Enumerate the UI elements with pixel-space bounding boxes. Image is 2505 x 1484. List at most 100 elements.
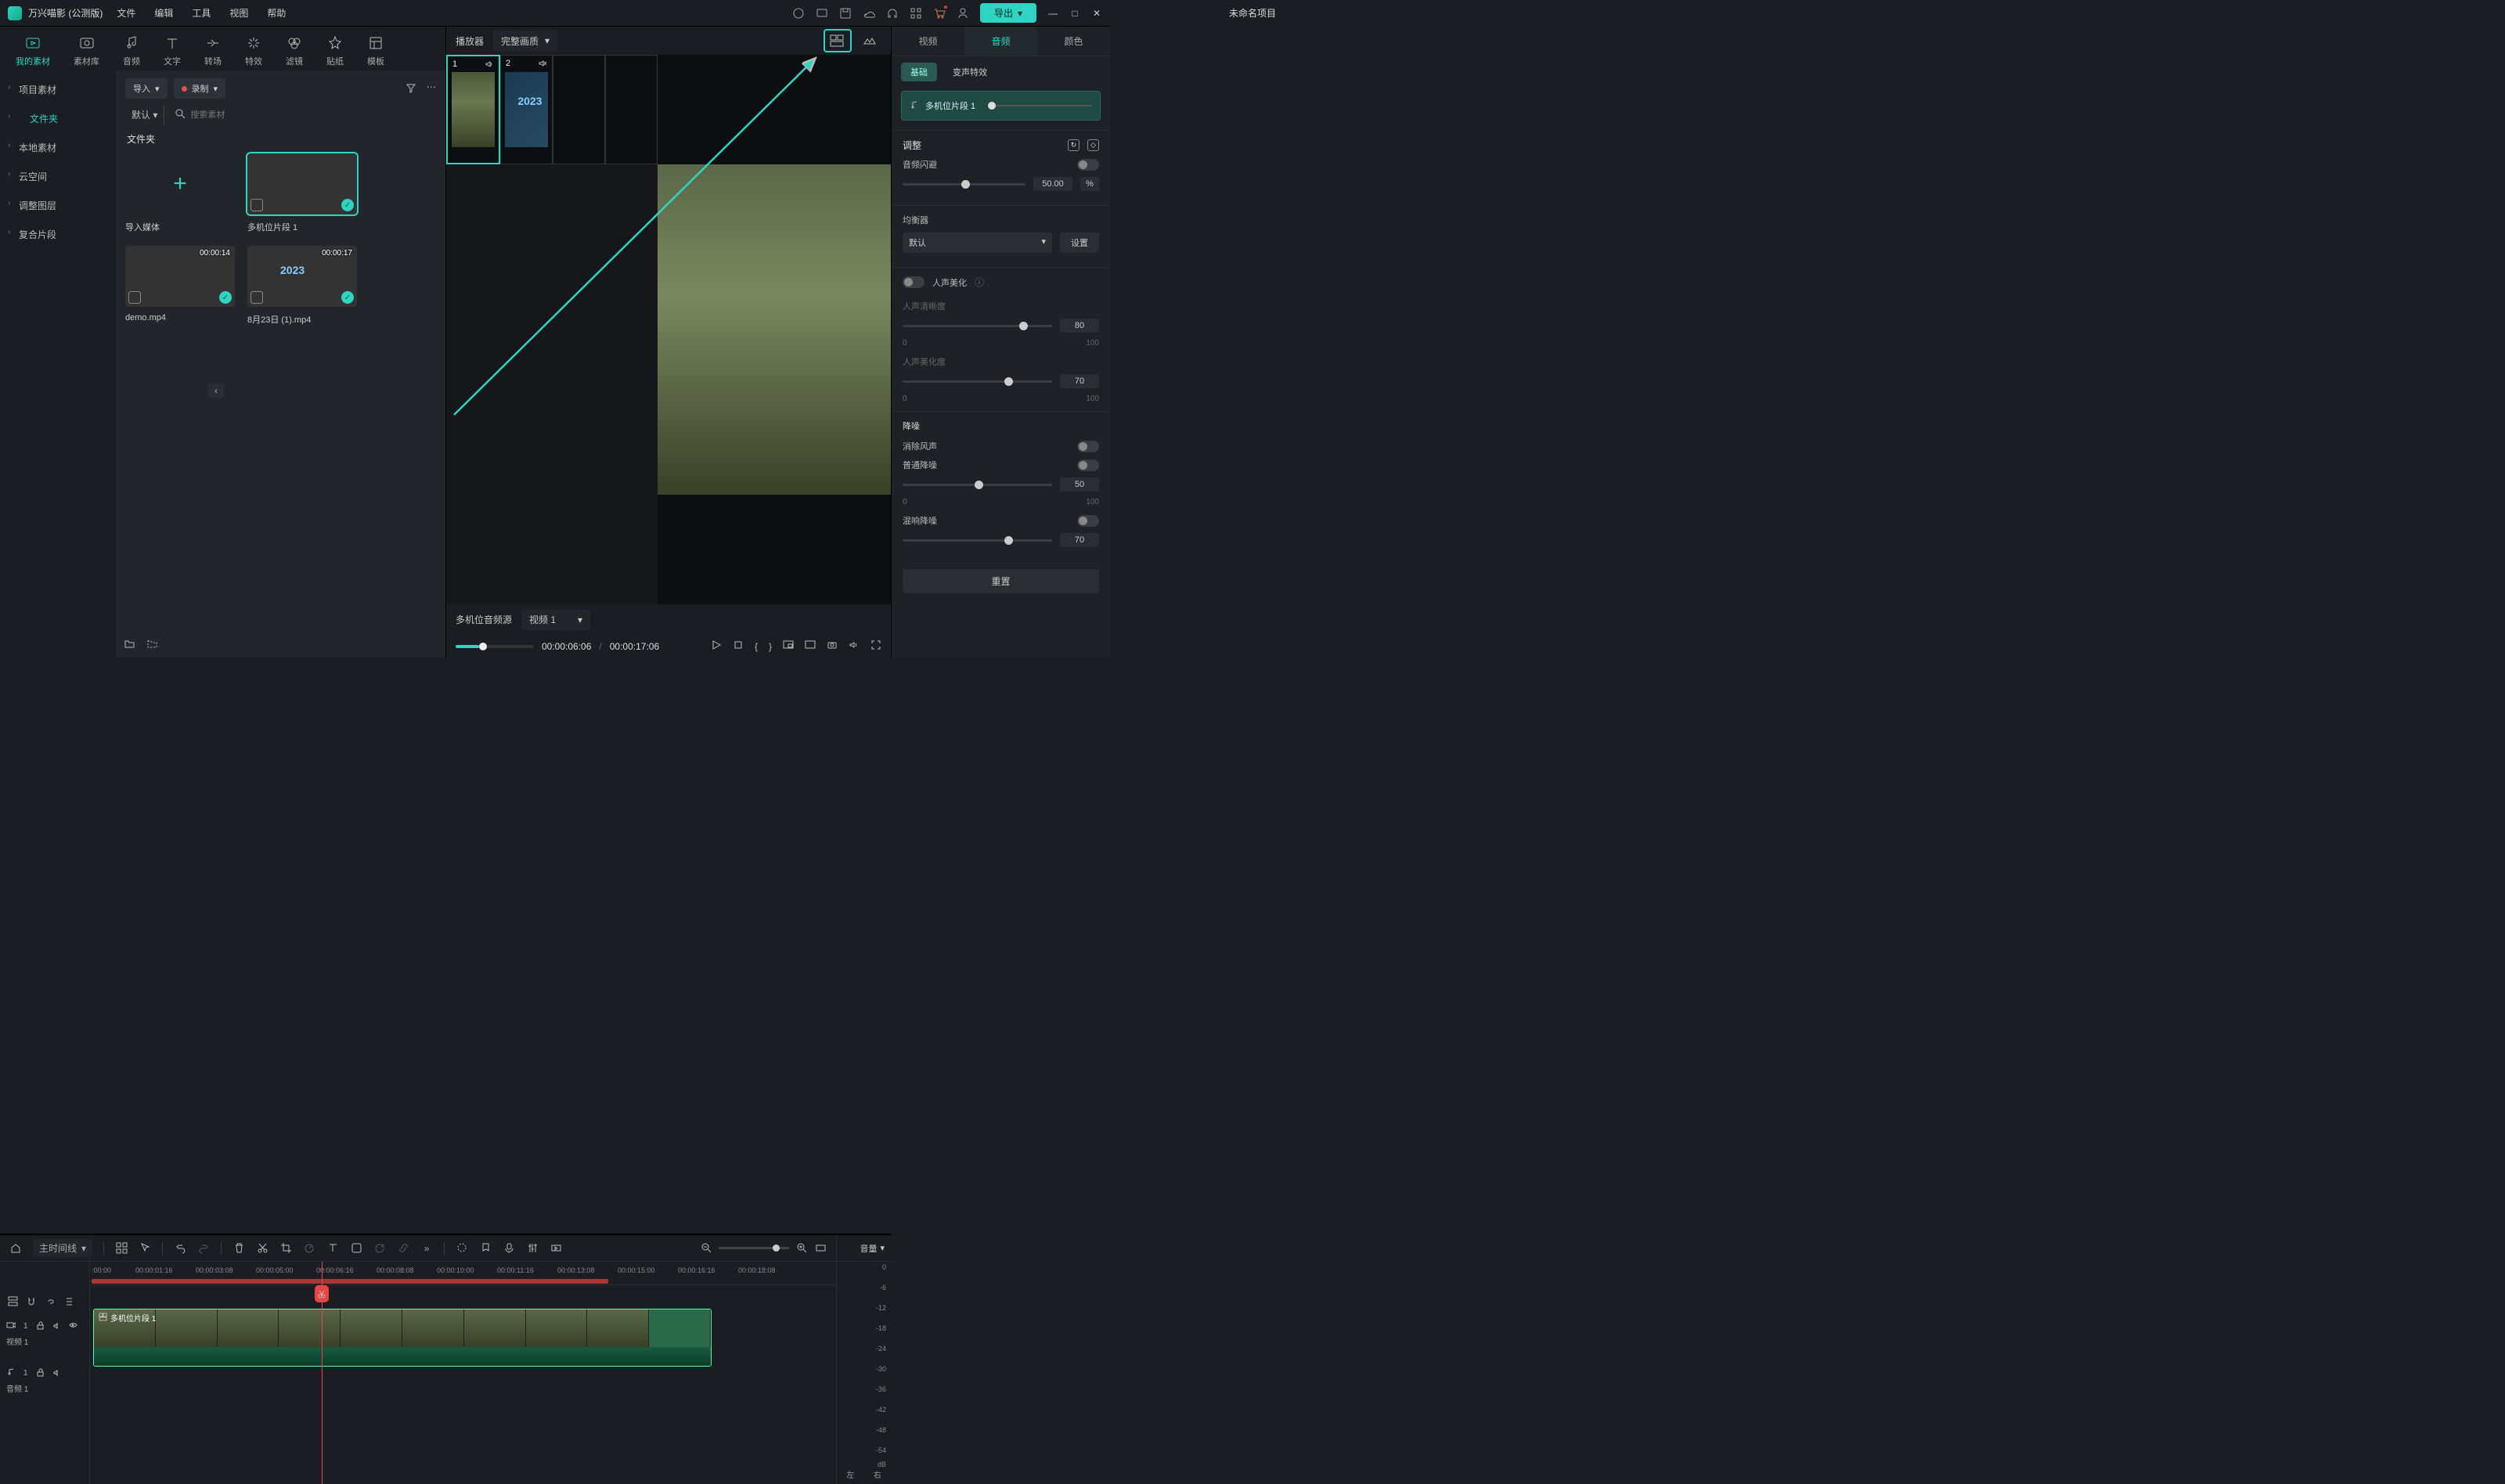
link-icon[interactable] — [397, 1242, 409, 1255]
crop-icon[interactable] — [279, 1242, 292, 1255]
media-card-aug23[interactable]: 00:00:17✓ 8月23日 (1).mp4 — [247, 246, 357, 326]
cut-icon[interactable] — [256, 1242, 269, 1255]
tab-effects[interactable]: 特效 — [240, 31, 267, 70]
snapshot-icon[interactable] — [827, 639, 838, 653]
tab-filters[interactable]: 滤镜 — [281, 31, 308, 70]
ducking-slider[interactable] — [903, 183, 1025, 186]
multiview-button[interactable] — [824, 29, 852, 52]
mic-icon[interactable] — [503, 1242, 515, 1255]
collapse-sidebar-button[interactable]: ‹ — [208, 384, 224, 398]
audio-on-icon[interactable] — [485, 59, 494, 71]
user-icon[interactable] — [957, 7, 969, 20]
magnet-icon[interactable] — [25, 1295, 38, 1307]
main-preview[interactable] — [658, 55, 891, 604]
tab-my-media[interactable]: 我的素材 — [11, 31, 55, 70]
marker-icon[interactable] — [479, 1242, 492, 1255]
beauty-value[interactable]: 70 — [1060, 374, 1099, 388]
link-clips-icon[interactable] — [44, 1295, 56, 1307]
sidebar-item-folder[interactable]: 文件夹 — [0, 104, 116, 133]
track-layout-icon[interactable] — [6, 1295, 19, 1307]
normal-denoise-slider[interactable] — [903, 484, 1052, 486]
playhead-handle-icon[interactable] — [315, 1285, 329, 1302]
voice-enhance-toggle[interactable] — [903, 276, 925, 288]
sidebar-item-compound[interactable]: 复合片段 — [0, 220, 116, 249]
ducking-value[interactable]: 50.00 — [1033, 177, 1072, 191]
rotate-icon[interactable] — [373, 1242, 386, 1255]
ducking-toggle[interactable] — [1077, 159, 1099, 171]
adjust-icon[interactable] — [456, 1242, 468, 1255]
speed-icon[interactable] — [303, 1242, 315, 1255]
media-card-multicam[interactable]: ✓ 多机位片段 1 — [247, 153, 357, 233]
reverb-denoise-toggle[interactable] — [1077, 515, 1099, 527]
tab-video[interactable]: 视频 — [892, 27, 964, 56]
tab-audio[interactable]: 音频 — [118, 31, 145, 70]
undo-icon[interactable] — [174, 1242, 186, 1255]
sidebar-item-local[interactable]: 本地素材 — [0, 133, 116, 162]
clarity-value[interactable]: 80 — [1060, 319, 1099, 333]
mark-out-icon[interactable]: } — [769, 641, 772, 652]
tab-audio[interactable]: 音频 — [964, 27, 1037, 56]
sync-icon[interactable] — [63, 1295, 75, 1307]
eq-select[interactable]: 默认▾ — [903, 232, 1052, 253]
import-card[interactable]: + 导入媒体 — [125, 153, 235, 233]
video-track-header[interactable]: 1 视频 1 — [0, 1310, 89, 1357]
audio-track-header[interactable]: 1 音频 1 — [0, 1357, 89, 1404]
pointer-icon[interactable] — [139, 1242, 151, 1255]
more-icon[interactable]: ⋯ — [427, 81, 436, 96]
record-menu[interactable]: 录制▾ — [174, 78, 226, 99]
display-icon[interactable] — [805, 639, 816, 653]
zoom-out-icon[interactable] — [700, 1242, 712, 1255]
beauty-slider[interactable] — [903, 380, 1052, 383]
save-icon[interactable] — [839, 7, 852, 20]
pip-icon[interactable] — [783, 639, 794, 653]
new-folder-icon[interactable] — [124, 637, 135, 651]
tab-text[interactable]: 文字 — [159, 31, 186, 70]
cloud-icon[interactable] — [863, 7, 875, 20]
media-card-demo[interactable]: 00:00:14✓ demo.mp4 — [125, 246, 235, 326]
tab-stickers[interactable]: 贴纸 — [322, 31, 348, 70]
subtab-basic[interactable]: 基础 — [901, 63, 937, 81]
sidebar-item-project[interactable]: 项目素材 — [0, 75, 116, 104]
tab-color[interactable]: 颜色 — [1037, 27, 1110, 56]
eye-icon[interactable] — [69, 1321, 77, 1332]
normal-denoise-value[interactable]: 50 — [1060, 477, 1099, 492]
fullscreen-icon[interactable] — [870, 639, 881, 653]
reverb-denoise-value[interactable]: 70 — [1060, 533, 1099, 547]
redo-icon[interactable] — [197, 1242, 210, 1255]
info-icon[interactable]: ⓘ — [975, 276, 984, 289]
cam-cell-empty-3[interactable] — [553, 55, 605, 164]
subtab-voice-fx[interactable]: 变声特效 — [943, 63, 997, 81]
menu-view[interactable]: 视图 — [229, 6, 248, 20]
filter-icon[interactable] — [405, 81, 417, 96]
playhead[interactable] — [322, 1262, 323, 1484]
play-button[interactable] — [711, 639, 722, 653]
timeline-select[interactable]: 主时间线 ▾ — [33, 1239, 92, 1257]
mute-icon[interactable] — [52, 1368, 61, 1379]
render-icon[interactable] — [550, 1242, 562, 1255]
delete-icon[interactable] — [232, 1242, 245, 1255]
cam-cell-1[interactable]: 1 — [446, 55, 500, 164]
sidebar-item-adjustment[interactable]: 调整图层 — [0, 191, 116, 220]
audio-source-select[interactable]: 视频 1▾ — [521, 609, 590, 630]
close-icon[interactable]: ✕ — [1091, 8, 1102, 19]
cam-cell-2[interactable]: 2 — [500, 55, 553, 164]
timeline-tracks[interactable]: :00:00 00:00:01:16 00:00:03:08 00:00:05:… — [90, 1262, 836, 1484]
audio-off-icon[interactable] — [538, 59, 547, 70]
import-menu[interactable]: 导入▾ — [125, 78, 168, 99]
tab-media-lib[interactable]: 素材库 — [69, 31, 104, 70]
mute-icon[interactable] — [52, 1321, 61, 1332]
maximize-icon[interactable]: □ — [1069, 8, 1080, 19]
menu-file[interactable]: 文件 — [117, 6, 135, 20]
timeline-ruler[interactable]: :00:00 00:00:01:16 00:00:03:08 00:00:05:… — [90, 1262, 836, 1285]
mask-icon[interactable] — [350, 1242, 362, 1255]
wind-toggle[interactable] — [1077, 441, 1099, 452]
seek-slider[interactable] — [456, 645, 534, 648]
headset-icon[interactable] — [886, 7, 899, 20]
text-tool-icon[interactable] — [326, 1242, 339, 1255]
search-box[interactable] — [171, 106, 436, 124]
keyframe-icon[interactable]: ◇ — [1087, 139, 1099, 151]
eq-settings-button[interactable]: 设置 — [1060, 232, 1099, 253]
stop-button[interactable] — [733, 639, 744, 653]
apps-icon[interactable] — [910, 7, 922, 20]
volume-icon[interactable] — [849, 639, 860, 653]
